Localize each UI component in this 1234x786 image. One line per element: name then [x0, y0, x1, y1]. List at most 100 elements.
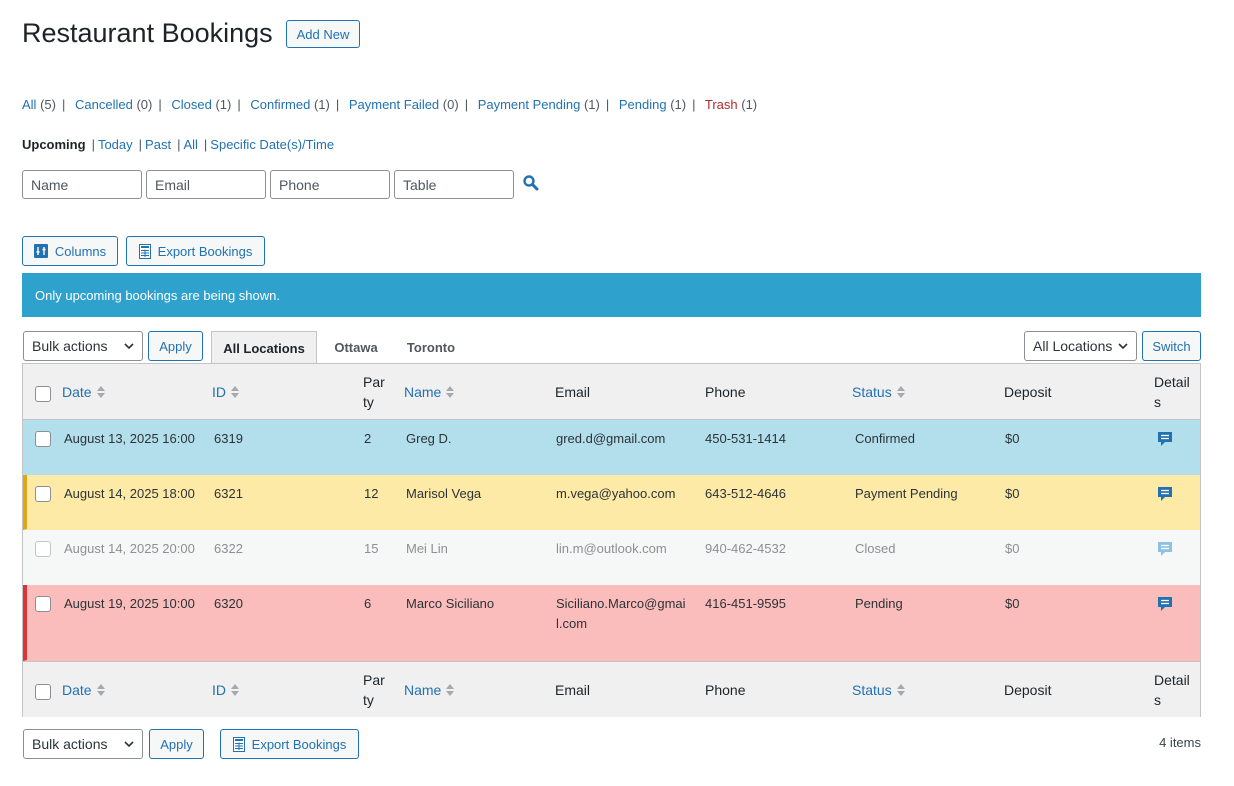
row-checkbox[interactable]	[35, 431, 51, 447]
column-id-bottom[interactable]: ID	[212, 680, 239, 700]
column-date[interactable]: Date	[62, 382, 105, 402]
row-id: 6320	[214, 596, 243, 611]
row-name: Greg D.	[406, 431, 452, 446]
table-search-input[interactable]	[394, 170, 514, 199]
sort-icon	[231, 684, 239, 696]
bulk-actions-select-top[interactable]: Bulk actions	[23, 331, 143, 361]
row-status: Payment Pending	[855, 486, 958, 501]
column-name-bottom[interactable]: Name	[404, 680, 455, 700]
bulk-actions-select-bottom[interactable]: Bulk actions	[23, 729, 143, 759]
column-date-label: Date	[62, 384, 92, 400]
status-all[interactable]: All	[22, 97, 36, 112]
upcoming-notice: Only upcoming bookings are being shown.	[22, 273, 1201, 317]
row-email: lin.m@outlook.com	[556, 539, 667, 559]
status-cancelled[interactable]: Cancelled	[75, 97, 133, 112]
bookings-table: Date ID Par ty Name Email Phone Status De…	[22, 363, 1201, 717]
column-email: Email	[555, 384, 591, 400]
date-filter-specific[interactable]: Specific Date(s)/Time	[210, 137, 334, 152]
table-row[interactable]: August 19, 2025 10:00 6320 6 Marco Sicilian…	[23, 585, 1200, 661]
column-id[interactable]: ID	[212, 382, 239, 402]
status-closed-count: (1)	[215, 97, 232, 112]
column-details-bottom: Detail s	[1154, 672, 1190, 708]
row-deposit: $0	[1005, 596, 1020, 611]
row-party: 12	[364, 486, 379, 501]
details-comment-icon[interactable]	[1157, 541, 1173, 557]
bulk-actions-value-top: Bulk actions	[32, 338, 108, 354]
tab-all-locations[interactable]: All Locations	[211, 331, 317, 364]
sort-icon	[231, 386, 239, 398]
apply-button-bottom[interactable]: Apply	[149, 729, 204, 759]
bulk-actions-value-bottom: Bulk actions	[32, 736, 108, 752]
sort-icon	[446, 386, 455, 398]
tab-ottawa[interactable]: Ottawa	[322, 331, 390, 364]
page-title: Restaurant Bookings	[22, 18, 273, 48]
status-payment-failed[interactable]: Payment Failed	[349, 97, 439, 112]
column-status[interactable]: Status	[852, 382, 905, 402]
table-row[interactable]: August 13, 2025 16:00 6319 2 Greg D. gred.d@…	[23, 420, 1200, 475]
column-date-bottom[interactable]: Date	[62, 680, 105, 700]
details-comment-icon[interactable]	[1157, 596, 1173, 612]
switch-button[interactable]: Switch	[1142, 331, 1201, 361]
row-phone: 940-462-4532	[705, 541, 786, 556]
status-cancelled-count: (0)	[136, 97, 153, 112]
table-row[interactable]: August 14, 2025 18:00 6321 12 Marisol Vega m…	[23, 475, 1200, 530]
row-party: 2	[364, 431, 372, 446]
date-filter-list: Upcoming | Today | Past | All | Specific Date(s)…	[22, 137, 335, 152]
date-filter-today[interactable]: Today	[98, 137, 133, 152]
details-comment-icon[interactable]	[1157, 431, 1173, 447]
column-status-bottom[interactable]: Status	[852, 680, 905, 700]
row-phone: 450-531-1414	[705, 431, 786, 446]
column-party-bottom: Par ty	[363, 672, 385, 708]
row-deposit: $0	[1005, 431, 1020, 446]
column-status-label: Status	[852, 682, 892, 698]
row-checkbox[interactable]	[35, 541, 51, 557]
date-filter-past[interactable]: Past	[145, 137, 171, 152]
export-bookings-button[interactable]: Export Bookings	[126, 236, 265, 266]
column-name-label: Name	[404, 682, 442, 698]
export-bookings-label: Export Bookings	[157, 243, 253, 259]
select-all-checkbox[interactable]	[35, 386, 51, 402]
add-new-button[interactable]: Add New	[286, 20, 360, 48]
tab-toronto[interactable]: Toronto	[394, 331, 468, 364]
name-search-input[interactable]	[22, 170, 142, 199]
row-status: Closed	[855, 541, 896, 556]
row-email: Siciliano.Marco@gmai l.com	[556, 594, 686, 634]
columns-button[interactable]: Columns	[22, 236, 118, 266]
location-select[interactable]: All Locations	[1024, 331, 1137, 361]
column-party: Par ty	[363, 374, 385, 410]
status-trash-count: (1)	[741, 97, 758, 112]
phone-search-input[interactable]	[270, 170, 390, 199]
email-search-input[interactable]	[146, 170, 266, 199]
status-pending[interactable]: Pending	[619, 97, 667, 112]
status-payment-pending[interactable]: Payment Pending	[478, 97, 581, 112]
date-filter-all[interactable]: All	[183, 137, 197, 152]
status-filter-list: All (5) | Cancelled (0) | Closed (1) | Conf…	[22, 97, 758, 112]
status-pending-count: (1)	[670, 97, 687, 112]
chevron-down-icon	[124, 741, 134, 748]
apply-button-top[interactable]: Apply	[148, 331, 203, 361]
status-closed[interactable]: Closed	[171, 97, 211, 112]
column-name[interactable]: Name	[404, 382, 455, 402]
status-payment-failed-count: (0)	[442, 97, 459, 112]
details-comment-icon[interactable]	[1157, 486, 1173, 502]
select-all-checkbox-bottom[interactable]	[35, 684, 51, 700]
row-party: 15	[364, 541, 379, 556]
column-id-label: ID	[212, 682, 226, 698]
search-icon[interactable]	[522, 174, 540, 192]
table-row[interactable]: August 14, 2025 20:00 6322 15 Mei Lin lin.m@…	[23, 530, 1200, 585]
status-confirmed[interactable]: Confirmed	[250, 97, 310, 112]
date-filter-upcoming[interactable]: Upcoming	[22, 137, 86, 152]
row-checkbox[interactable]	[35, 486, 51, 502]
row-email-line: gred.d@gmail.com	[556, 431, 666, 446]
row-checkbox[interactable]	[35, 596, 51, 612]
row-phone: 643-512-4646	[705, 486, 786, 501]
table-footer: Date ID Par ty Name Email Phone Status De…	[23, 661, 1200, 717]
column-deposit-bottom: Deposit	[1004, 682, 1052, 698]
export-bookings-button-bottom[interactable]: Export Bookings	[220, 729, 359, 759]
status-trash[interactable]: Trash	[705, 97, 738, 112]
chevron-down-icon	[124, 343, 134, 350]
row-date: August 19, 2025 10:00	[64, 596, 195, 611]
columns-icon	[33, 244, 48, 258]
spreadsheet-icon	[232, 736, 245, 752]
row-name: Mei Lin	[406, 541, 448, 556]
